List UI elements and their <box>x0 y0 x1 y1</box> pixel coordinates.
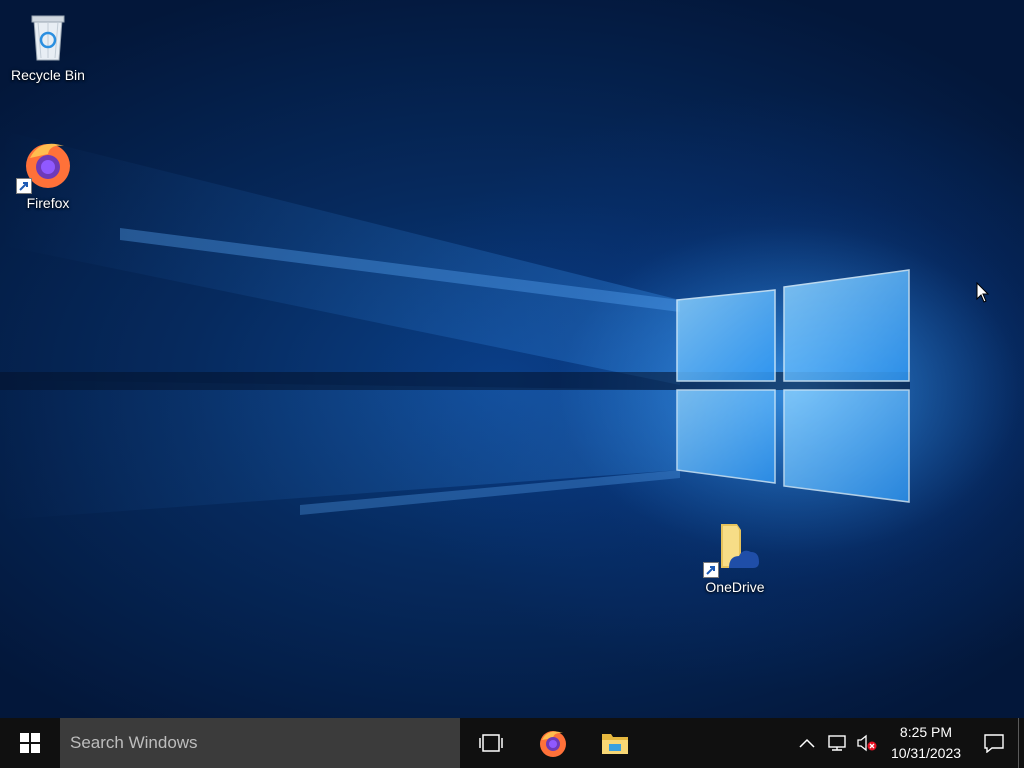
firefox-icon <box>540 731 566 757</box>
desktop[interactable]: Recycle Bin Firefox OneDrive <box>0 0 1024 718</box>
network-button[interactable] <box>822 718 852 768</box>
desktop-icon-label: Recycle Bin <box>11 67 85 83</box>
task-view-button[interactable] <box>460 718 522 768</box>
taskbar-firefox-button[interactable] <box>522 718 584 768</box>
taskbar: Search Windows 8:25 PM 10/31/2023 <box>0 718 1024 768</box>
desktop-icon-firefox[interactable]: Firefox <box>8 136 88 212</box>
desktop-icon-label: OneDrive <box>705 579 765 595</box>
task-view-icon <box>479 734 503 752</box>
clock[interactable]: 8:25 PM 10/31/2023 <box>882 722 970 764</box>
mouse-cursor-icon <box>976 282 990 303</box>
desktop-icon-recycle-bin[interactable]: Recycle Bin <box>8 8 88 84</box>
clock-date: 10/31/2023 <box>890 745 962 761</box>
desktop-icon-label: Firefox <box>26 195 70 211</box>
action-center-button[interactable] <box>970 718 1018 768</box>
start-button[interactable] <box>0 718 60 768</box>
folder-icon <box>602 734 628 754</box>
clock-time: 8:25 PM <box>899 724 953 740</box>
shortcut-arrow-icon <box>703 562 719 578</box>
chevron-up-icon <box>799 738 815 748</box>
show-desktop-button[interactable] <box>1018 718 1024 768</box>
shortcut-arrow-icon <box>16 178 32 194</box>
system-tray: 8:25 PM 10/31/2023 <box>792 718 1024 768</box>
volume-muted-icon <box>857 734 877 752</box>
search-input[interactable]: Search Windows <box>60 718 460 768</box>
search-placeholder: Search Windows <box>70 733 198 752</box>
recycle-bin-icon <box>31 15 65 61</box>
wallpaper <box>0 130 1024 590</box>
notification-icon <box>984 734 1004 753</box>
windows-logo-icon <box>20 733 40 753</box>
show-hidden-icons-button[interactable] <box>792 718 822 768</box>
desktop-icon-onedrive[interactable]: OneDrive <box>695 520 775 596</box>
taskbar-file-explorer-button[interactable] <box>584 718 646 768</box>
network-icon <box>828 735 846 751</box>
volume-button[interactable] <box>852 718 882 768</box>
